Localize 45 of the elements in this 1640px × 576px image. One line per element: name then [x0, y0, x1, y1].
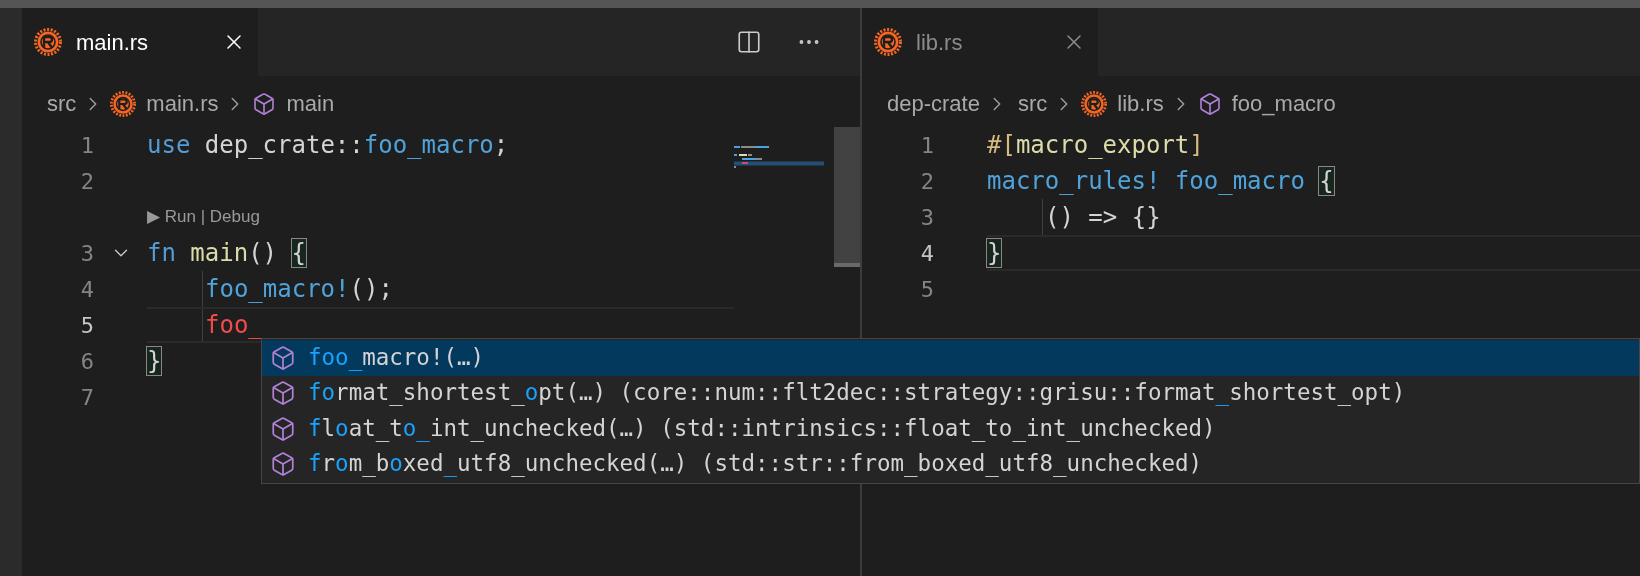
line-number: 5 — [80, 311, 94, 340]
line-number: 4 — [920, 239, 934, 268]
breadcrumb-item[interactable]: src — [47, 87, 77, 120]
cube-icon — [270, 344, 296, 371]
line-number: 2 — [80, 167, 94, 196]
gear-icon — [110, 90, 137, 117]
breadcrumb-item[interactable]: main.rs — [146, 87, 219, 120]
suggestion-item[interactable]: fo rmat_shortest_opt(…) (core::num::flt2dec::strategy::grisu::format_shortest_opt) — [262, 375, 1639, 411]
code-line: foo_ — [205, 310, 263, 340]
line-number: 1 — [920, 131, 934, 160]
cube-icon — [270, 415, 296, 442]
cube-icon — [270, 380, 296, 407]
gear-icon — [34, 28, 62, 56]
breadcrumb-item[interactable]: foo_macro — [1231, 87, 1336, 120]
gear-icon — [1081, 90, 1108, 117]
editor-tab[interactable]: lib.rs — [862, 8, 1098, 76]
suggestion-item[interactable]: f rom_boxed_utf8_unchecked(…) (std::str::from_boxed_utf8_unchecked) — [262, 446, 1639, 482]
gear-icon — [874, 28, 902, 56]
line-number: 4 — [80, 275, 94, 304]
line-number: 7 — [80, 383, 94, 412]
code-line: () => {} — [1045, 202, 1161, 232]
line-number: 1 — [80, 131, 94, 160]
code-line: use dep_crate::foo_macro; — [147, 130, 509, 160]
line-number: 6 — [80, 347, 94, 376]
line-number: 2 — [920, 167, 934, 196]
scrollbar-thumb[interactable] — [834, 127, 860, 267]
cube-icon — [252, 91, 277, 116]
breadcrumb-item[interactable]: src — [1017, 87, 1048, 120]
run-debug-codelens[interactable]: ▶ Run | Debug — [147, 204, 260, 230]
suggestion-item[interactable]: float_to_int_unchecked(…) (std::intrinsics::float_to_int_unchecked) — [262, 411, 1639, 447]
code-line: #[macro_export] — [987, 130, 1204, 160]
editor-tab[interactable]: main.rs — [22, 8, 258, 76]
code-line: fn main() { — [147, 238, 306, 268]
line-number: 5 — [920, 275, 934, 304]
breadcrumb-item[interactable]: lib.rs — [1117, 87, 1164, 120]
cube-icon — [1197, 91, 1222, 116]
code-line: macro_rules! foo_macro { — [987, 166, 1334, 196]
code-line: foo_macro!(); — [205, 274, 393, 304]
split-editor-icon[interactable] — [736, 29, 762, 55]
suggestion-item[interactable]: foo_macro!(…) — [262, 340, 1639, 376]
breadcrumb-item[interactable]: main — [286, 87, 335, 120]
line-number: 3 — [80, 239, 94, 268]
cube-icon — [270, 451, 296, 478]
breadcrumb-item[interactable]: dep-crate — [887, 87, 980, 120]
line-number: 3 — [920, 203, 934, 232]
